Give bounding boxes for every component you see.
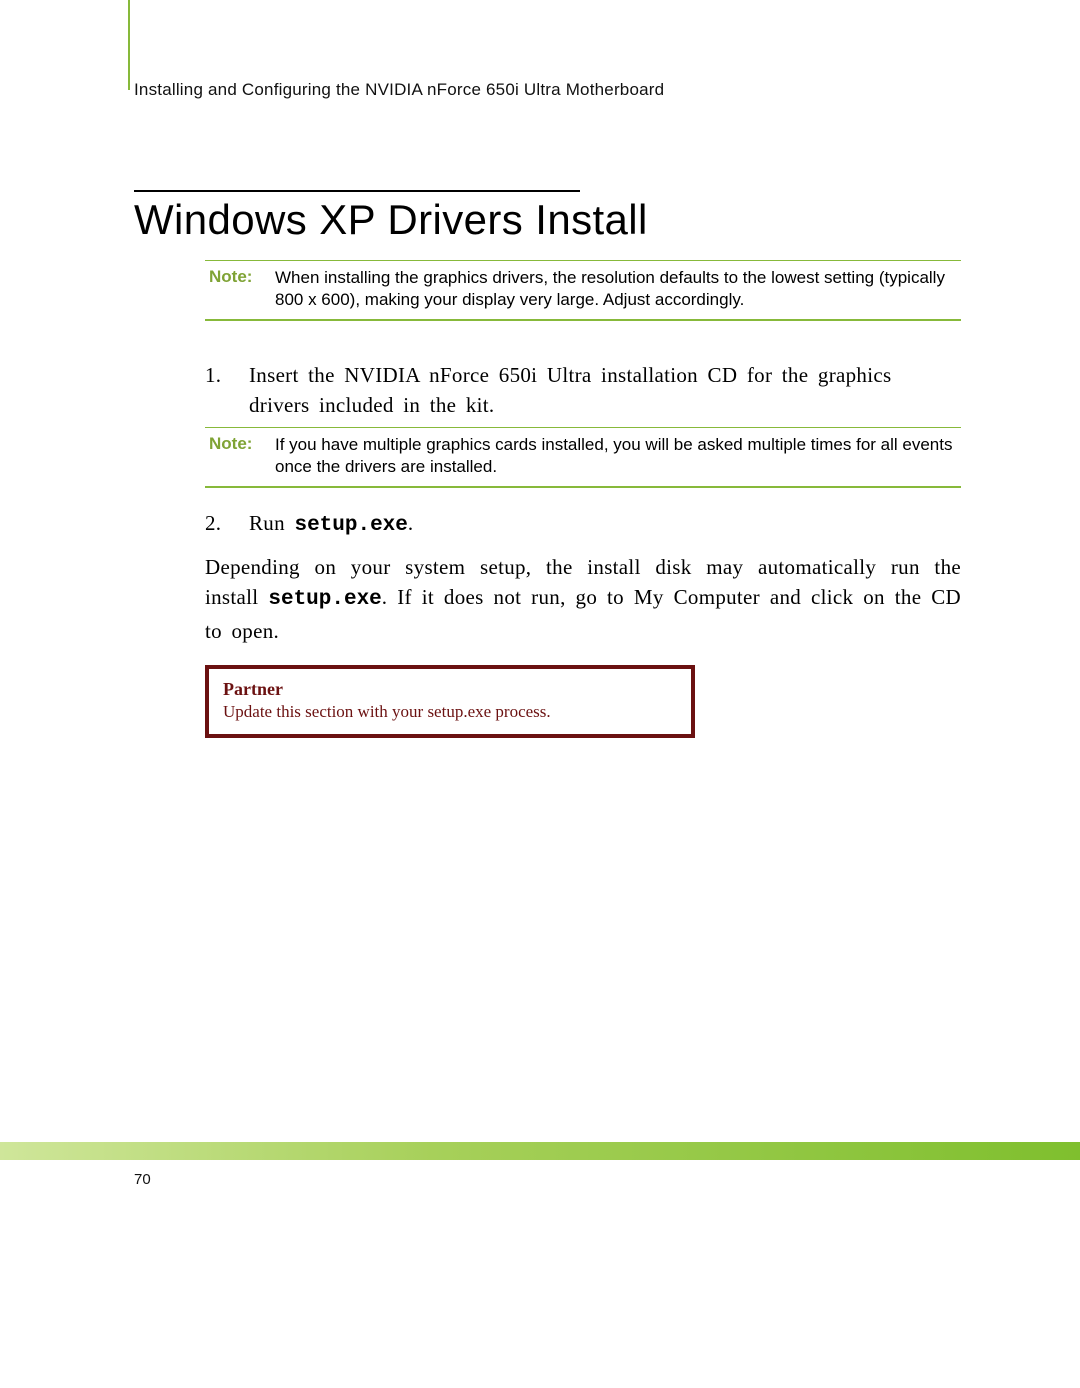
footer-gradient-bar xyxy=(0,1142,1080,1160)
note-box-2: Note: If you have multiple graphics card… xyxy=(205,427,961,488)
step-number: 1. xyxy=(205,360,249,421)
para-code: setup.exe xyxy=(268,588,381,611)
left-margin-rule xyxy=(128,0,130,90)
note-label: Note: xyxy=(205,434,275,454)
document-page: Installing and Configuring the NVIDIA nF… xyxy=(0,0,1080,1388)
body-paragraph: Depending on your system setup, the inst… xyxy=(205,552,961,646)
partner-callout: Partner Update this section with your se… xyxy=(205,665,695,738)
section-title: Windows XP Drivers Install xyxy=(134,196,648,244)
step2-post: . xyxy=(408,511,414,535)
note-text: When installing the graphics drivers, th… xyxy=(275,267,961,311)
partner-title: Partner xyxy=(223,679,677,700)
note-label: Note: xyxy=(205,267,275,287)
step-1: 1. Insert the NVIDIA nForce 650i Ultra i… xyxy=(205,360,961,421)
step-number: 2. xyxy=(205,508,249,541)
note-text: If you have multiple graphics cards inst… xyxy=(275,434,961,478)
step-text: Insert the NVIDIA nForce 650i Ultra inst… xyxy=(249,360,961,421)
step-2: 2. Run setup.exe. xyxy=(205,508,961,541)
partner-body: Update this section with your setup.exe … xyxy=(223,702,677,722)
title-overline xyxy=(134,190,580,192)
running-header: Installing and Configuring the NVIDIA nF… xyxy=(134,80,664,100)
step2-code: setup.exe xyxy=(294,514,407,537)
step2-pre: Run xyxy=(249,511,294,535)
note-box-1: Note: When installing the graphics drive… xyxy=(205,260,961,321)
page-number: 70 xyxy=(134,1171,151,1188)
step-text: Run setup.exe. xyxy=(249,508,413,541)
